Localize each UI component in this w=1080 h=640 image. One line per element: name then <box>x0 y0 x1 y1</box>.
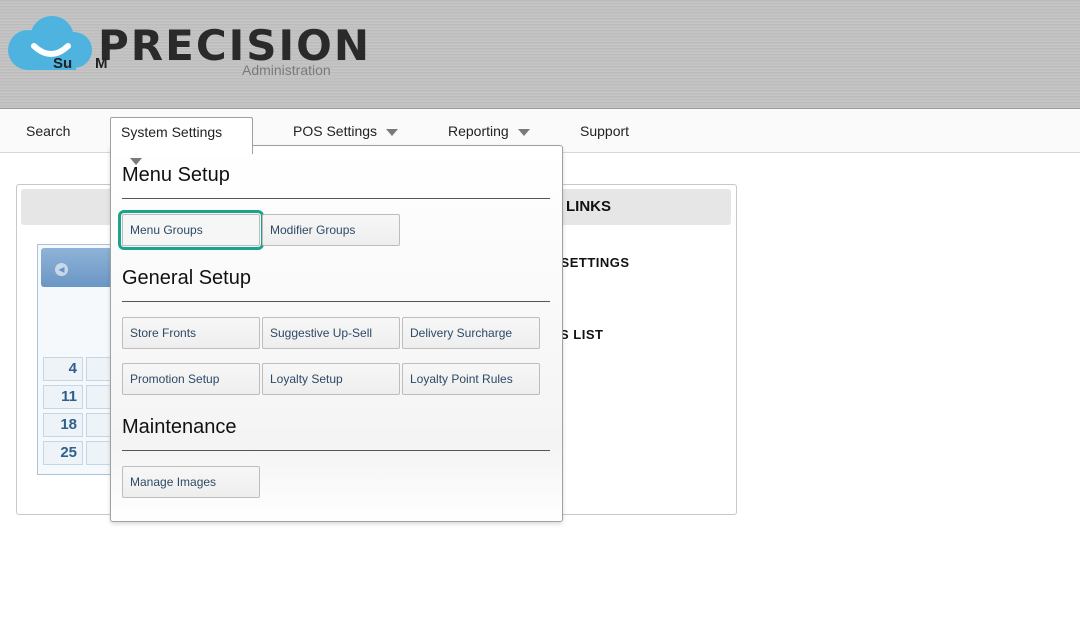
section-divider <box>122 450 550 451</box>
calendar-day[interactable]: 18 <box>43 413 83 437</box>
section-title-maintenance: Maintenance <box>122 416 237 438</box>
nav-system-settings[interactable]: System Settings <box>110 117 253 165</box>
nav-reporting[interactable]: Reporting <box>438 117 540 145</box>
nav-search[interactable]: Search <box>16 117 80 145</box>
suggestive-up-sell-button[interactable]: Suggestive Up-Sell <box>262 317 400 349</box>
calendar-day[interactable]: 11 <box>43 385 83 409</box>
chevron-down-icon <box>517 128 530 136</box>
chevron-down-icon <box>386 128 399 136</box>
delivery-surcharge-button[interactable]: Delivery Surcharge <box>402 317 540 349</box>
modifier-groups-button[interactable]: Modifier Groups <box>262 214 400 246</box>
calendar-day[interactable]: 25 <box>43 441 83 465</box>
calendar-day[interactable]: 4 <box>43 357 83 381</box>
manage-images-button[interactable]: Manage Images <box>122 466 260 498</box>
loyalty-point-rules-button[interactable]: Loyalty Point Rules <box>402 363 540 395</box>
section-title-general-setup: General Setup <box>122 267 251 289</box>
section-divider <box>122 301 550 302</box>
app-header: PRECISION Administration <box>0 0 1080 109</box>
promotion-setup-button[interactable]: Promotion Setup <box>122 363 260 395</box>
quick-links-title: LINKS <box>566 198 611 215</box>
store-fronts-button[interactable]: Store Fronts <box>122 317 260 349</box>
nav-pos-settings[interactable]: POS Settings <box>283 117 408 145</box>
prev-month-icon[interactable]: ◀ <box>55 263 68 276</box>
system-settings-dropdown: Menu Setup Menu Groups Modifier Groups G… <box>110 145 563 522</box>
nav-search-label: Search <box>26 123 71 139</box>
nav-support-label: Support <box>580 123 630 139</box>
loyalty-setup-button[interactable]: Loyalty Setup <box>262 363 400 395</box>
nav-reporting-label: Reporting <box>448 123 509 139</box>
calendar-dow-monday: M <box>95 55 108 72</box>
menu-groups-button[interactable]: Menu Groups <box>118 210 264 250</box>
chevron-down-icon <box>130 157 142 165</box>
nav-support[interactable]: Support <box>570 117 639 145</box>
list-link[interactable]: S LIST <box>560 327 603 342</box>
logo-subtitle: Administration <box>242 62 331 78</box>
nav-pos-settings-label: POS Settings <box>293 123 378 139</box>
calendar-dow-sunday: Su <box>53 55 73 72</box>
cloud-logo-icon <box>8 16 92 70</box>
nav-system-settings-label: System Settings <box>121 124 223 140</box>
section-divider <box>122 198 550 199</box>
